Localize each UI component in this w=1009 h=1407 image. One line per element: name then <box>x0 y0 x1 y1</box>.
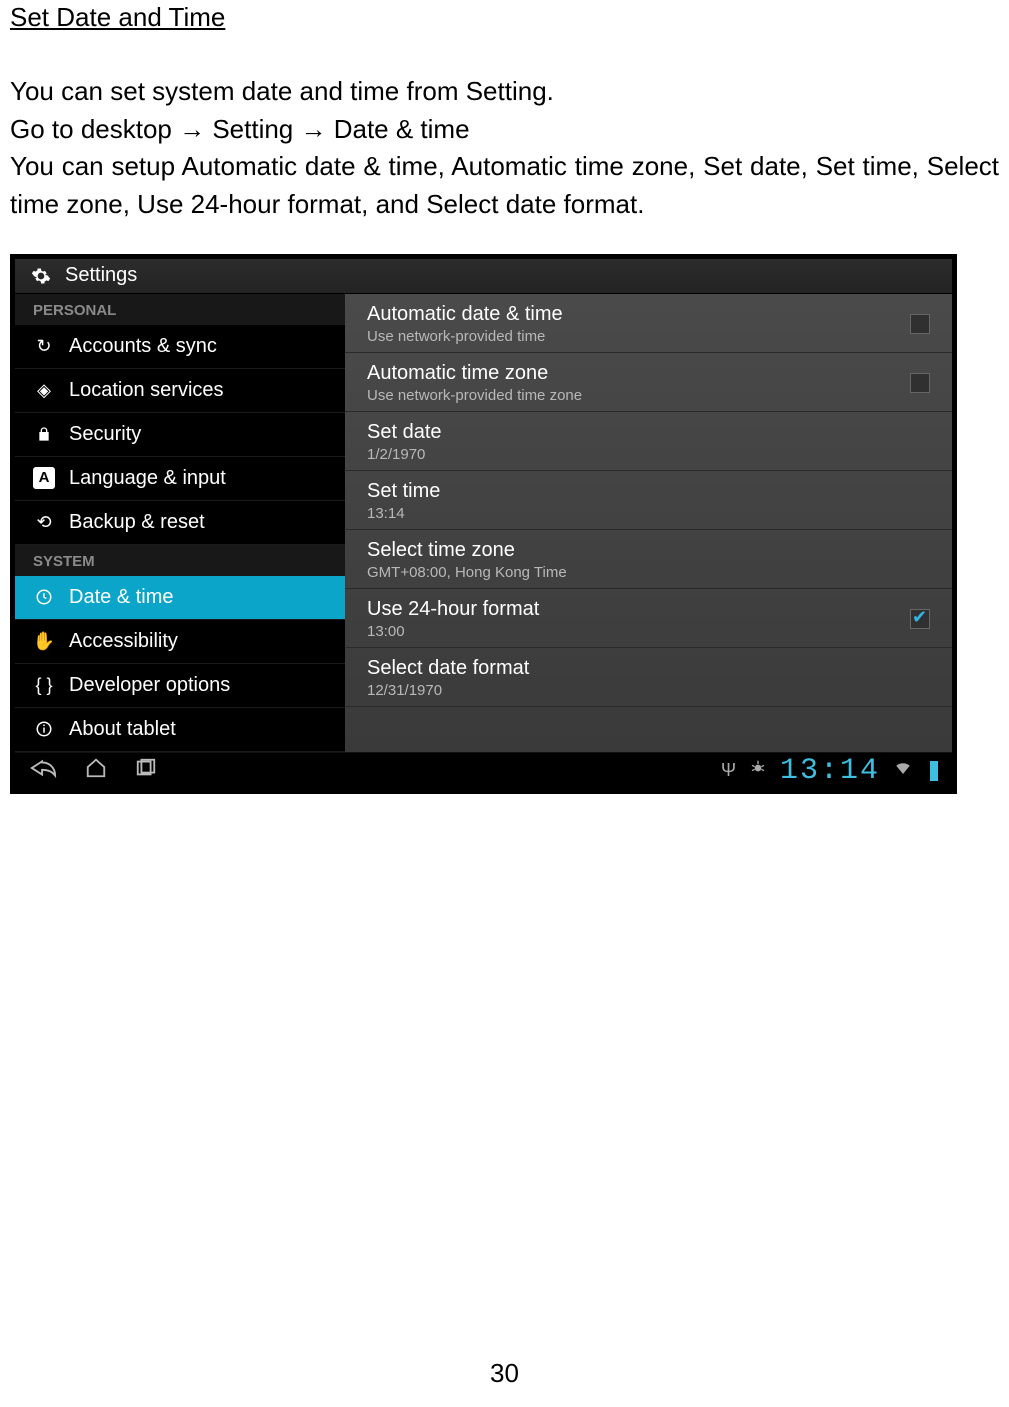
info-icon <box>29 720 59 738</box>
sidebar-item-date-time[interactable]: Date & time <box>15 576 345 620</box>
sidebar-item-security[interactable]: Security <box>15 413 345 457</box>
paragraph-description: You can setup Automatic date & time, Aut… <box>10 148 999 223</box>
language-icon: A <box>29 467 59 489</box>
setting-title: Automatic date & time <box>367 303 563 326</box>
sidebar-item-label: About tablet <box>69 718 176 741</box>
setting-title: Automatic time zone <box>367 362 582 385</box>
sync-icon: ↻ <box>29 336 59 357</box>
setting-title: Select date format <box>367 657 529 680</box>
sidebar-item-label: Language & input <box>69 467 226 490</box>
setting-subtitle: Use network-provided time <box>367 328 563 345</box>
paragraph-intro: You can set system date and time from Se… <box>10 73 999 111</box>
recent-apps-icon[interactable] <box>135 757 157 785</box>
setting-set-time[interactable]: Set time 13:14 <box>345 471 952 530</box>
setting-subtitle: Use network-provided time zone <box>367 387 582 404</box>
setting-select-date-format[interactable]: Select date format 12/31/1970 <box>345 648 952 707</box>
clock-icon <box>29 588 59 606</box>
sidebar-header-system: SYSTEM <box>15 545 345 576</box>
wifi-icon <box>894 759 912 782</box>
setting-24-hour-format[interactable]: Use 24-hour format 13:00 <box>345 589 952 648</box>
sidebar-item-label: Date & time <box>69 586 173 609</box>
app-bar: Settings <box>15 259 952 294</box>
sidebar-item-label: Accessibility <box>69 630 178 653</box>
sidebar-item-about[interactable]: About tablet <box>15 708 345 752</box>
braces-icon: { } <box>29 675 59 696</box>
sidebar-item-label: Accounts & sync <box>69 335 217 358</box>
settings-icon <box>29 264 53 288</box>
settings-body: PERSONAL ↻ Accounts & sync ◈ Location se… <box>15 294 952 752</box>
navbar-clock: 13:14 <box>780 754 880 788</box>
app-title-label: Settings <box>65 264 137 287</box>
backup-icon: ⟲ <box>29 512 59 533</box>
settings-detail-pane: Automatic date & time Use network-provid… <box>345 294 952 752</box>
setting-subtitle: 1/2/1970 <box>367 446 442 463</box>
sidebar-item-backup[interactable]: ⟲ Backup & reset <box>15 501 345 545</box>
checkbox-auto-time-zone[interactable] <box>910 373 930 393</box>
sidebar-item-label: Location services <box>69 379 224 402</box>
setting-subtitle: 12/31/1970 <box>367 682 529 699</box>
section-heading: Set Date and Time <box>10 2 999 33</box>
back-icon[interactable] <box>29 757 57 785</box>
settings-sidebar: PERSONAL ↻ Accounts & sync ◈ Location se… <box>15 294 345 752</box>
hand-icon: ✋ <box>29 631 59 652</box>
setting-title: Use 24-hour format <box>367 598 539 621</box>
sidebar-item-label: Developer options <box>69 674 230 697</box>
sidebar-item-accounts-sync[interactable]: ↻ Accounts & sync <box>15 325 345 369</box>
system-navbar: Ψ 13:14 <box>15 752 952 789</box>
home-icon[interactable] <box>85 757 107 785</box>
setting-title: Select time zone <box>367 539 567 562</box>
usb-icon: Ψ <box>721 760 736 781</box>
setting-subtitle: GMT+08:00, Hong Kong Time <box>367 564 567 581</box>
checkbox-24-hour-format[interactable] <box>910 609 930 629</box>
sidebar-item-location[interactable]: ◈ Location services <box>15 369 345 413</box>
settings-screenshot: Settings PERSONAL ↻ Accounts & sync ◈ Lo… <box>10 254 957 794</box>
sidebar-item-label: Security <box>69 423 141 446</box>
setting-set-date[interactable]: Set date 1/2/1970 <box>345 412 952 471</box>
sidebar-item-language[interactable]: A Language & input <box>15 457 345 501</box>
sidebar-item-label: Backup & reset <box>69 511 205 534</box>
setting-auto-date-time[interactable]: Automatic date & time Use network-provid… <box>345 294 952 353</box>
sidebar-item-accessibility[interactable]: ✋ Accessibility <box>15 620 345 664</box>
lock-icon <box>29 426 59 442</box>
setting-title: Set time <box>367 480 440 503</box>
setting-subtitle: 13:00 <box>367 623 539 640</box>
battery-icon <box>930 761 938 781</box>
setting-select-time-zone[interactable]: Select time zone GMT+08:00, Hong Kong Ti… <box>345 530 952 589</box>
checkbox-auto-date-time[interactable] <box>910 314 930 334</box>
debug-icon <box>750 760 766 781</box>
setting-subtitle: 13:14 <box>367 505 440 522</box>
paragraph-nav-path: Go to desktop → Setting → Date & time <box>10 111 999 149</box>
setting-title: Set date <box>367 421 442 444</box>
location-icon: ◈ <box>29 380 59 401</box>
sidebar-header-personal: PERSONAL <box>15 294 345 325</box>
setting-auto-time-zone[interactable]: Automatic time zone Use network-provided… <box>345 353 952 412</box>
page-number: 30 <box>0 1358 1009 1389</box>
sidebar-item-developer[interactable]: { } Developer options <box>15 664 345 708</box>
